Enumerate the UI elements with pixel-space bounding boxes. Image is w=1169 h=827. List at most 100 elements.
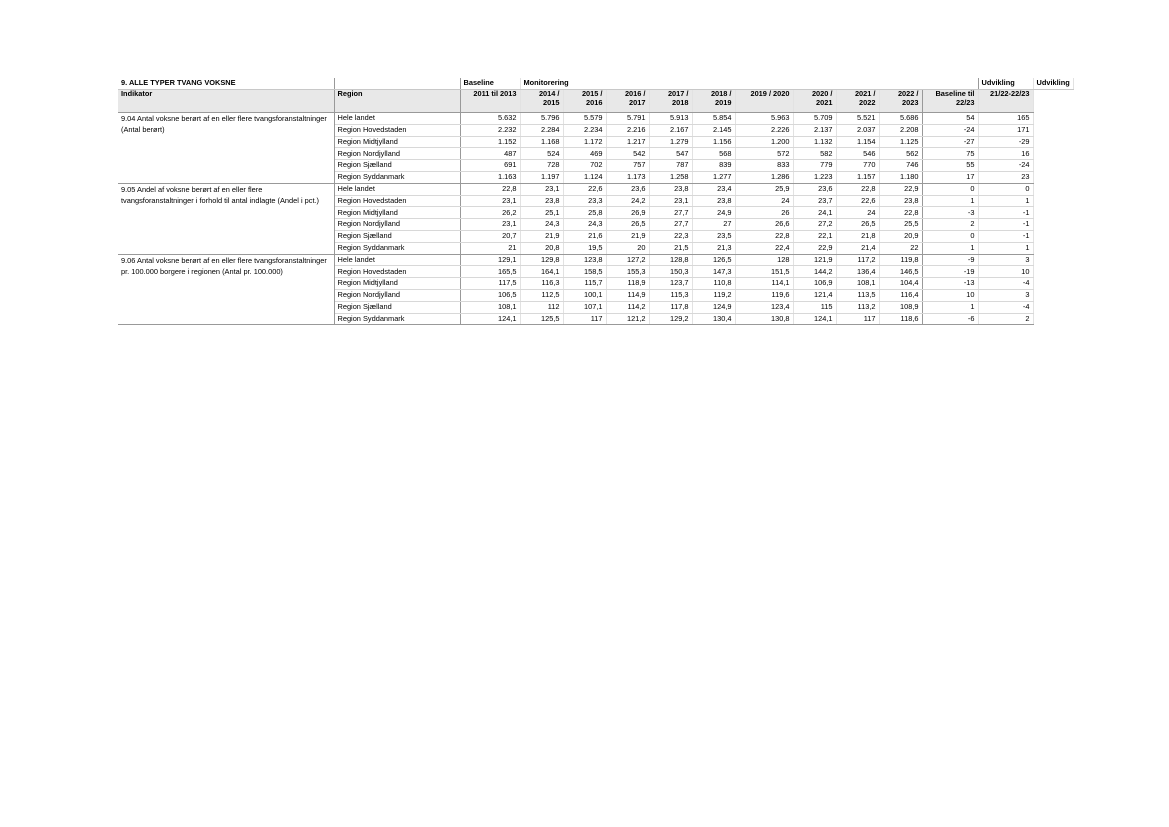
- column-header-period: 2017 /2018: [649, 89, 693, 113]
- value-cell: 1: [978, 195, 1034, 208]
- value-cell: 116,4: [879, 289, 923, 302]
- value-cell: 2.284: [520, 124, 564, 137]
- value-cell: 2.137: [793, 124, 837, 137]
- column-header-period: Baseline til 22/23: [921, 89, 979, 113]
- value-cell: 757: [606, 159, 650, 172]
- period-label-cont: 2018: [672, 97, 689, 107]
- value-cell: 21,4: [836, 242, 880, 255]
- value-cell: 1.172: [563, 136, 607, 149]
- value-cell: 117: [836, 313, 880, 326]
- value-cell: 10: [921, 289, 979, 302]
- value-cell: 113,2: [836, 301, 880, 314]
- column-header-period: 2011 til 2013: [459, 89, 521, 113]
- period-label-cont: 2023: [902, 97, 919, 107]
- value-cell: 24: [735, 195, 794, 208]
- column-header-period: 2021 /2022: [836, 89, 880, 113]
- table-row: 9.05 Andel af voksne berørt af en eller …: [118, 183, 1073, 255]
- value-cell: 3: [978, 289, 1034, 302]
- value-cell: 165,5: [459, 265, 521, 279]
- value-cell: 22,1: [793, 230, 837, 243]
- value-cell: 119,8: [879, 254, 923, 267]
- value-cell: 1: [978, 242, 1034, 255]
- column-header-period: 2022 /2023: [879, 89, 923, 113]
- value-cell: 487: [459, 147, 521, 161]
- value-cell: 1.277: [692, 171, 736, 184]
- value-cell: 26,6: [735, 218, 794, 231]
- period-label-cont: 2019: [715, 97, 732, 107]
- value-cell: 0: [921, 230, 979, 243]
- header-udvikling-1: Udvikling: [977, 78, 1034, 90]
- value-cell: 23,8: [879, 195, 923, 208]
- period-label-cont: 2022: [859, 97, 876, 107]
- value-cell: 25,5: [879, 218, 923, 231]
- value-cell: 22,8: [459, 183, 521, 196]
- period-label-cont: 2015: [543, 97, 560, 107]
- value-cell: 24,1: [793, 206, 837, 220]
- value-cell: 21,3: [692, 242, 736, 255]
- region-cell: Region Nordjylland: [334, 289, 461, 302]
- value-cell: -27: [921, 136, 979, 149]
- value-cell: 129,8: [520, 254, 564, 267]
- value-cell: 702: [563, 159, 607, 172]
- value-cell: 123,8: [563, 254, 607, 267]
- value-cell: 108,9: [879, 301, 923, 314]
- value-cell: 112: [520, 301, 564, 314]
- value-cell: 22,6: [836, 195, 880, 208]
- column-header-period: 2018 /2019: [692, 89, 736, 113]
- value-cell: 128: [735, 254, 794, 267]
- value-cell: 770: [836, 159, 880, 172]
- region-cell: Region Midtjylland: [334, 277, 461, 290]
- value-cell: -1: [978, 206, 1034, 220]
- value-cell: 21,9: [520, 230, 564, 243]
- value-cell: -24: [921, 124, 979, 137]
- value-cell: 21,8: [836, 230, 880, 243]
- value-cell: 0: [978, 183, 1034, 196]
- value-cell: 0: [921, 183, 979, 196]
- value-cell: 1.157: [836, 171, 880, 184]
- value-cell: 108,1: [459, 301, 521, 314]
- region-cell: Hele landet: [334, 112, 461, 125]
- value-cell: 2.167: [649, 124, 693, 137]
- value-cell: 123,7: [649, 277, 693, 290]
- column-header-indikator: Indikator: [118, 89, 335, 113]
- value-cell: 127,2: [606, 254, 650, 267]
- column-header-region: Region: [334, 89, 461, 113]
- value-cell: 136,4: [836, 265, 880, 279]
- value-cell: 1.163: [459, 171, 521, 184]
- value-cell: 5.521: [836, 112, 880, 125]
- value-cell: 2.145: [692, 124, 736, 137]
- value-cell: 728: [520, 159, 564, 172]
- value-cell: -4: [978, 301, 1034, 314]
- value-cell: -19: [921, 265, 979, 279]
- value-cell: 1.152: [459, 136, 521, 149]
- value-cell: 107,1: [563, 301, 607, 314]
- region-cell: Hele landet: [334, 183, 461, 196]
- value-cell: 129,1: [459, 254, 521, 267]
- value-cell: 115: [793, 301, 837, 314]
- value-cell: 1.125: [879, 136, 923, 149]
- value-cell: 25,9: [735, 183, 794, 196]
- value-cell: 839: [692, 159, 736, 172]
- value-cell: 124,1: [793, 313, 837, 326]
- region-cell: Region Hovedstaden: [334, 195, 461, 208]
- value-cell: 2.208: [879, 124, 923, 137]
- value-cell: 17: [921, 171, 979, 184]
- value-cell: 542: [606, 147, 650, 161]
- value-cell: 10: [978, 265, 1034, 279]
- value-cell: 546: [836, 147, 880, 161]
- value-cell: 26,5: [836, 218, 880, 231]
- header-udvikling-2: Udvikling: [1033, 78, 1074, 90]
- value-cell: 151,5: [735, 265, 794, 279]
- value-cell: 779: [793, 159, 837, 172]
- header-row-columns: Indikator Region 2011 til 2013 2014 /2015…: [118, 89, 1073, 113]
- value-cell: 22,9: [879, 183, 923, 196]
- value-cell: 106,9: [793, 277, 837, 290]
- value-cell: 24: [836, 206, 880, 220]
- value-cell: 23,6: [793, 183, 837, 196]
- value-cell: 116,3: [520, 277, 564, 290]
- region-cell: Region Midtjylland: [334, 136, 461, 149]
- value-cell: 746: [879, 159, 923, 172]
- value-cell: 117,5: [459, 277, 521, 290]
- value-cell: 20,9: [879, 230, 923, 243]
- value-cell: 158,5: [563, 265, 607, 279]
